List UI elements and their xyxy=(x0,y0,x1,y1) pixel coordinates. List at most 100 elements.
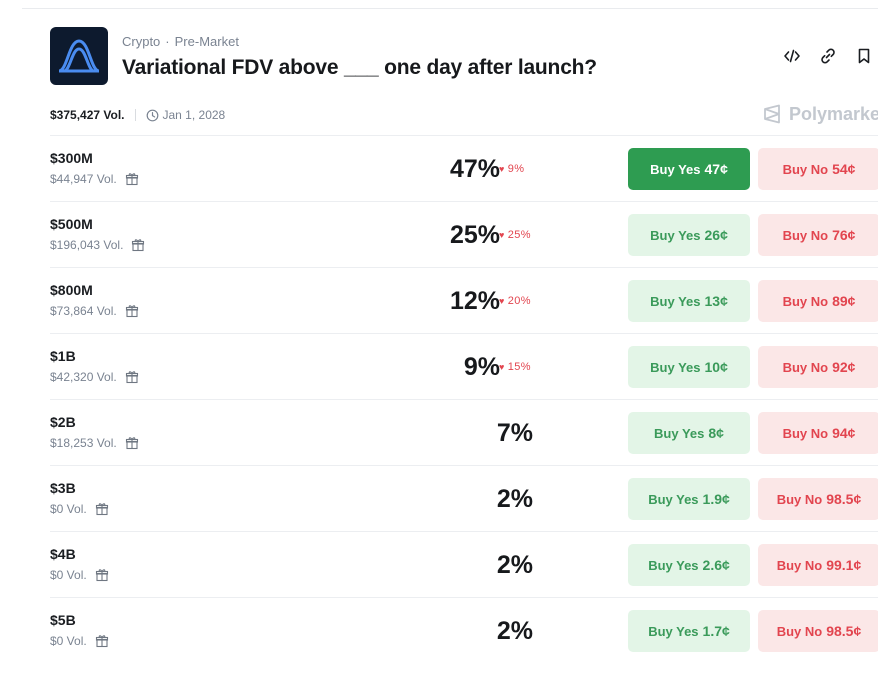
buy-yes-button[interactable]: Buy Yes 10¢ xyxy=(628,346,750,388)
outcome-volume: $0 Vol. xyxy=(50,502,109,516)
top-divider xyxy=(22,8,878,9)
outcome-volume-text: $42,320 Vol. xyxy=(50,370,117,384)
gift-icon[interactable] xyxy=(95,634,109,648)
probability-change-value: 9% xyxy=(507,163,525,175)
probability-value: 2% xyxy=(496,485,533,513)
outcome-label: $500M xyxy=(50,216,93,232)
buy-no-price: 98.5¢ xyxy=(826,623,862,639)
gift-icon[interactable] xyxy=(125,436,139,450)
gift-icon[interactable] xyxy=(95,502,109,516)
outcome-row[interactable]: $800M $73,864 Vol. 12% ♥ 20% Buy Yes 13¢ … xyxy=(50,267,878,333)
probability-value: 2% xyxy=(496,551,533,579)
link-icon[interactable] xyxy=(819,47,837,65)
outcome-label: $2B xyxy=(50,414,76,430)
buy-no-price: 89¢ xyxy=(832,293,856,309)
buy-yes-button[interactable]: Buy Yes 8¢ xyxy=(628,412,750,454)
buy-yes-button[interactable]: Buy Yes 2.6¢ xyxy=(628,544,750,586)
gift-icon[interactable] xyxy=(125,370,139,384)
buy-yes-label: Buy Yes xyxy=(650,161,701,177)
probability: 2% xyxy=(410,549,620,581)
gift-icon[interactable] xyxy=(125,172,139,186)
breadcrumb-separator: · xyxy=(165,34,170,49)
outcome-row[interactable]: $3B $0 Vol. 2% Buy Yes 1.9¢ Buy No 98.5¢ xyxy=(50,465,878,531)
outcome-volume: $44,947 Vol. xyxy=(50,172,139,186)
buy-no-button[interactable]: Buy No 98.5¢ xyxy=(758,478,878,520)
outcome-row[interactable]: $4B $0 Vol. 2% Buy Yes 2.6¢ Buy No 99.1¢ xyxy=(50,531,878,597)
breadcrumb-category[interactable]: Crypto xyxy=(122,34,160,49)
outcome-row[interactable]: $2B $18,253 Vol. 7% Buy Yes 8¢ Buy No 94… xyxy=(50,399,878,465)
outcome-volume: $196,043 Vol. xyxy=(50,238,145,252)
gift-icon[interactable] xyxy=(131,238,145,252)
probability-change: ♥ 25% xyxy=(499,229,531,241)
outcome-volume-text: $0 Vol. xyxy=(50,502,87,516)
meta-separator xyxy=(134,109,136,121)
down-arrow-icon: ♥ xyxy=(499,164,505,174)
breadcrumb-subcategory[interactable]: Pre-Market xyxy=(175,34,239,49)
embed-code-icon[interactable] xyxy=(783,47,801,65)
outcome-row[interactable]: $500M $196,043 Vol. 25% ♥ 25% Buy Yes 26¢… xyxy=(50,201,878,267)
buy-yes-button[interactable]: Buy Yes 1.9¢ xyxy=(628,478,750,520)
buy-no-button[interactable]: Buy No 76¢ xyxy=(758,214,878,256)
outcome-label: $1B xyxy=(50,348,76,364)
buy-yes-button[interactable]: Buy Yes 26¢ xyxy=(628,214,750,256)
buy-yes-label: Buy Yes xyxy=(648,557,699,573)
buy-yes-button[interactable]: Buy Yes 47¢ xyxy=(628,148,750,190)
outcome-volume: $42,320 Vol. xyxy=(50,370,139,384)
buy-yes-button[interactable]: Buy Yes 13¢ xyxy=(628,280,750,322)
buy-no-label: Buy No xyxy=(782,227,829,243)
outcome-volume-text: $44,947 Vol. xyxy=(50,172,117,186)
outcome-volume-text: $196,043 Vol. xyxy=(50,238,124,252)
outcome-row[interactable]: $1B $42,320 Vol. 9% ♥ 15% Buy Yes 10¢ Buy… xyxy=(50,333,878,399)
buy-yes-price: 10¢ xyxy=(704,359,728,375)
bookmark-icon[interactable] xyxy=(855,47,873,65)
buy-no-label: Buy No xyxy=(776,491,823,507)
buy-no-button[interactable]: Buy No 94¢ xyxy=(758,412,878,454)
polymarket-brand: Polymarket xyxy=(762,103,878,125)
gift-icon[interactable] xyxy=(95,568,109,582)
buy-no-button[interactable]: Buy No 92¢ xyxy=(758,346,878,388)
buy-yes-label: Buy Yes xyxy=(650,359,701,375)
buy-no-button[interactable]: Buy No 99.1¢ xyxy=(758,544,878,586)
buy-no-button[interactable]: Buy No 89¢ xyxy=(758,280,878,322)
buy-yes-label: Buy Yes xyxy=(648,491,699,507)
buy-yes-label: Buy Yes xyxy=(650,227,701,243)
buy-no-label: Buy No xyxy=(776,557,823,573)
buy-yes-label: Buy Yes xyxy=(650,293,701,309)
probability-value: 25% xyxy=(449,221,500,249)
buy-yes-price: 26¢ xyxy=(704,227,728,243)
outcome-label: $300M xyxy=(50,150,93,166)
buy-no-price: 99.1¢ xyxy=(826,557,862,573)
buy-no-button[interactable]: Buy No 54¢ xyxy=(758,148,878,190)
buy-no-price: 94¢ xyxy=(832,425,856,441)
market-header: Crypto · Pre-Market Variational FDV above … xyxy=(50,27,878,85)
probability: 2% xyxy=(410,615,620,647)
probability-value: 47% xyxy=(449,155,500,183)
market-title: Variational FDV above ___ one day after … xyxy=(122,56,597,79)
buy-no-price: 76¢ xyxy=(832,227,856,243)
probability-change: ♥ 20% xyxy=(499,295,531,307)
buy-no-label: Buy No xyxy=(782,161,829,177)
buy-yes-button[interactable]: Buy Yes 1.7¢ xyxy=(628,610,750,652)
gift-icon[interactable] xyxy=(125,304,139,318)
total-volume: $375,427 Vol. xyxy=(50,108,125,122)
probability-change-value: 15% xyxy=(507,361,531,373)
outcome-label: $800M xyxy=(50,282,93,298)
variational-logo-icon xyxy=(50,27,108,85)
outcome-volume: $73,864 Vol. xyxy=(50,304,139,318)
probability-value: 7% xyxy=(496,419,533,447)
outcome-row[interactable]: $5B $0 Vol. 2% Buy Yes 1.7¢ Buy No 98.5¢ xyxy=(50,597,878,663)
probability: 2% xyxy=(410,483,620,515)
buy-yes-label: Buy Yes xyxy=(654,425,705,441)
outcome-row[interactable]: $300M $44,947 Vol. 47% ♥ 9% Buy Yes 47¢ B… xyxy=(50,135,878,201)
outcome-volume-text: $18,253 Vol. xyxy=(50,436,117,450)
outcome-list: $300M $44,947 Vol. 47% ♥ 9% Buy Yes 47¢ B… xyxy=(50,135,878,663)
breadcrumb: Crypto · Pre-Market xyxy=(122,34,239,49)
buy-yes-label: Buy Yes xyxy=(648,623,699,639)
buy-yes-price: 2.6¢ xyxy=(702,557,730,573)
outcome-volume: $18,253 Vol. xyxy=(50,436,139,450)
outcome-volume: $0 Vol. xyxy=(50,634,109,648)
buy-yes-price: 1.7¢ xyxy=(702,623,730,639)
outcome-label: $5B xyxy=(50,612,76,628)
probability-value: 9% xyxy=(463,353,500,381)
buy-no-button[interactable]: Buy No 98.5¢ xyxy=(758,610,878,652)
